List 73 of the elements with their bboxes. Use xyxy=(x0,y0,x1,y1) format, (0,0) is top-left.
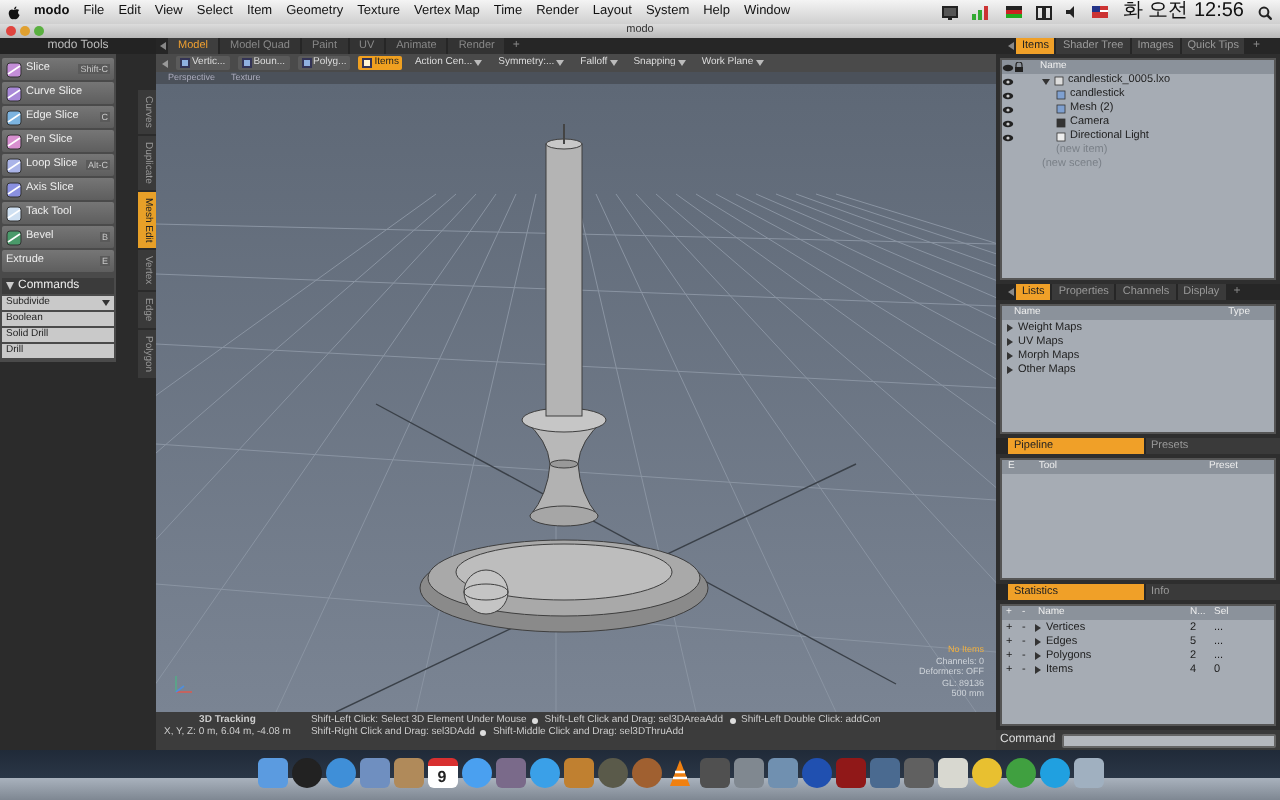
eye-icon[interactable] xyxy=(1002,77,1014,85)
mode-icon xyxy=(301,58,312,68)
collapsed-arrow-icon[interactable] xyxy=(1006,351,1014,360)
eye-icon[interactable] xyxy=(1002,91,1014,99)
eye-icon[interactable] xyxy=(1002,119,1014,127)
calendar-app-icon[interactable]: 9 xyxy=(427,758,457,788)
dock-app-icon[interactable] xyxy=(937,758,967,788)
axis-icon xyxy=(172,672,196,696)
volume-icon[interactable] xyxy=(1066,6,1079,18)
caret-icon xyxy=(556,60,565,66)
dock-app-icon[interactable] xyxy=(801,758,831,788)
mode-icon xyxy=(241,58,252,68)
search-icon[interactable] xyxy=(1258,5,1272,19)
collapsed-arrow-icon[interactable] xyxy=(1006,337,1014,346)
expanded-arrow-icon[interactable] xyxy=(1042,77,1050,85)
dock-app-icon[interactable] xyxy=(767,758,797,788)
tool-icon xyxy=(6,181,22,197)
dock-app-icon[interactable] xyxy=(971,758,1001,788)
bullet-icon xyxy=(729,718,735,725)
apple-logo-icon xyxy=(8,5,20,19)
bars-icon[interactable] xyxy=(972,5,993,19)
tool-icon xyxy=(6,205,22,221)
bullet-icon xyxy=(480,730,487,737)
eye-icon xyxy=(1002,63,1014,71)
collapse-arrow-icon[interactable] xyxy=(162,59,168,67)
collapsed-arrow-icon[interactable] xyxy=(1006,323,1014,332)
expand-arrow-icon xyxy=(6,282,14,290)
caret-icon xyxy=(609,60,618,66)
dock-app-icon[interactable] xyxy=(1005,758,1035,788)
dock-app-icon[interactable] xyxy=(597,758,627,788)
eye-icon[interactable] xyxy=(1002,105,1014,113)
dock-app-icon[interactable] xyxy=(359,758,389,788)
tool-icon xyxy=(6,61,22,77)
dock-app-icon[interactable] xyxy=(461,758,491,788)
dock-app-icon[interactable] xyxy=(699,758,729,788)
caret-icon xyxy=(677,60,686,66)
tool-icon xyxy=(6,133,22,149)
dock-app-icon[interactable] xyxy=(325,758,355,788)
dock-app-icon[interactable] xyxy=(733,758,763,788)
lock-icon xyxy=(1014,62,1024,72)
dock-app-icon[interactable] xyxy=(529,758,559,788)
tool-icon xyxy=(6,109,22,125)
dock-app-icon[interactable] xyxy=(631,758,661,788)
tool-icon xyxy=(6,85,22,101)
collapse-arrow-icon[interactable] xyxy=(1008,288,1014,297)
dock-app-icon[interactable] xyxy=(903,758,933,788)
clock[interactable]: 화 오전 12:56 xyxy=(1122,2,1244,22)
dock-app-icon[interactable] xyxy=(1039,758,1069,788)
flag-icon[interactable] xyxy=(1092,6,1109,18)
dock-app-icon[interactable] xyxy=(291,758,321,788)
collapse-arrow-icon[interactable] xyxy=(160,42,166,50)
dock-app-icon[interactable] xyxy=(869,758,899,788)
collapsed-arrow-icon[interactable] xyxy=(1006,365,1014,374)
flag-icon[interactable] xyxy=(1006,6,1023,18)
caret-icon xyxy=(474,60,483,66)
dock-app-icon[interactable] xyxy=(1073,758,1103,788)
dock-app-icon[interactable] xyxy=(393,758,423,788)
eye-icon[interactable] xyxy=(1002,133,1014,141)
mode-icon xyxy=(180,58,190,68)
bullet-icon xyxy=(532,718,539,725)
monitor-icon[interactable] xyxy=(942,5,959,19)
dock-app-icon[interactable] xyxy=(563,758,593,788)
collapse-arrow-icon[interactable] xyxy=(1008,42,1014,50)
dock-app-icon[interactable] xyxy=(495,758,525,788)
mode-icon xyxy=(362,58,373,68)
caret-icon xyxy=(755,60,764,66)
dock-app-icon[interactable] xyxy=(257,758,287,788)
tool-icon xyxy=(6,229,22,245)
command-input[interactable] xyxy=(1061,733,1276,748)
cone-app-icon[interactable] xyxy=(665,758,695,788)
tool-icon xyxy=(6,157,22,173)
dock-app-icon[interactable] xyxy=(835,758,865,788)
close-button[interactable] xyxy=(6,26,16,36)
